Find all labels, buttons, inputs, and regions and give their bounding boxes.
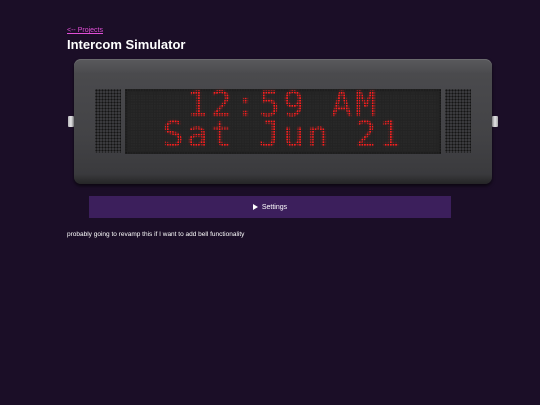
- device-shade: [74, 174, 492, 184]
- led-date: Sat Jun 21: [162, 115, 404, 155]
- settings-toggle[interactable]: Settings: [89, 196, 451, 218]
- led-display: 12:59 AM Sat Jun 21: [125, 88, 441, 155]
- mount-bracket-right: [492, 116, 498, 127]
- page: <-- Projects Intercom Simulator 12:59 AM…: [0, 0, 540, 405]
- back-to-projects-link[interactable]: <-- Projects: [67, 26, 103, 35]
- note-text: probably going to revamp this if I want …: [67, 231, 245, 238]
- speaker-grille-right: [445, 89, 471, 153]
- intercom-device: 12:59 AM Sat Jun 21: [74, 59, 492, 184]
- triangle-right-icon: [252, 204, 258, 210]
- speaker-grille-left: [95, 89, 121, 153]
- page-title: Intercom Simulator: [67, 37, 186, 52]
- settings-label: Settings: [261, 203, 288, 211]
